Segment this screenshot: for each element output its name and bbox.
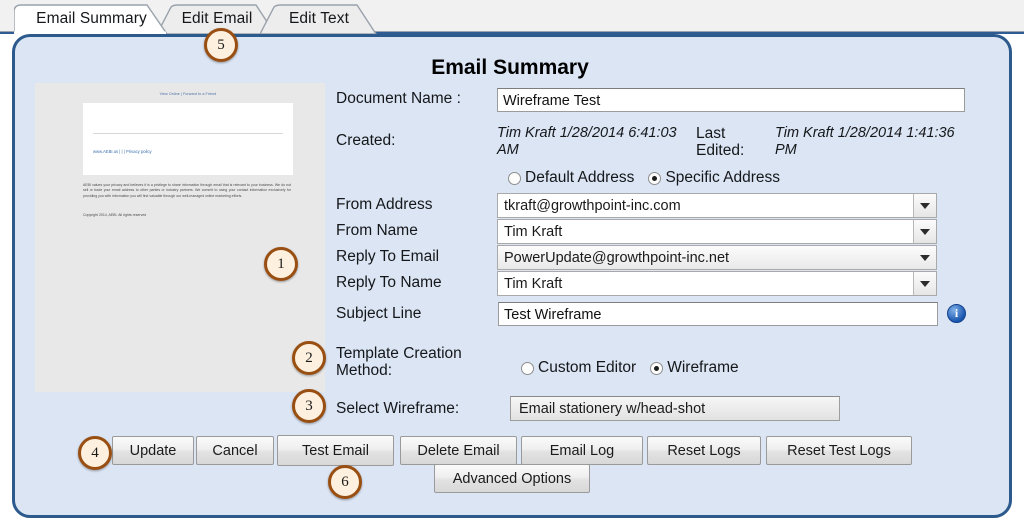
subject-line-input[interactable]: Test Wireframe [498,302,938,326]
reset-logs-button[interactable]: Reset Logs [647,436,761,465]
cancel-button[interactable]: Cancel [196,436,274,465]
test-email-button[interactable]: Test Email [277,435,394,466]
advanced-options-button[interactable]: Advanced Options [434,464,590,493]
preview-body-link: www.AEBI.us | | | Privacy policy [93,149,152,154]
chevron-down-icon[interactable] [913,220,936,243]
last-edited-label: Last Edited: [696,125,745,159]
reply-to-email-label: Reply To Email [336,248,440,265]
preview-top-link: View Online | Forward to a Friend [159,92,217,96]
callout-badge-3: 3 [292,389,326,423]
callout-badge-6: 6 [328,465,362,499]
reply-to-name-value: Tim Kraft [504,275,563,292]
radio-wireframe-label: Wireframe [667,359,739,376]
preview-copyright: Copyright 2014, AEBI. All rights reserve… [83,213,147,217]
chevron-down-icon[interactable] [913,194,936,217]
callout-badge-5: 5 [204,28,238,62]
subject-line-label: Subject Line [336,305,422,322]
from-address-value: tkraft@growthpoint-inc.com [504,197,681,214]
tab-edit-text[interactable]: Edit Text [260,4,378,34]
tab-label: Edit Email [181,9,253,27]
template-method-label-line1: Template Creation [336,345,462,362]
from-address-select[interactable]: tkraft@growthpoint-inc.com [497,193,937,218]
reply-to-name-select[interactable]: Tim Kraft [497,271,937,296]
document-name-input[interactable]: Wireframe Test [497,88,965,112]
page-title: Email Summary [431,56,589,79]
chevron-down-icon[interactable] [913,246,936,269]
radio-default-address-label: Default Address [525,169,635,186]
preview-divider [93,133,283,134]
last-edited-value: Tim Kraft 1/28/2014 1:41:36 PM [775,125,955,158]
app-root: Email Summary Edit Email Edit Text Email… [0,0,1024,531]
reset-test-logs-button[interactable]: Reset Test Logs [766,436,912,465]
from-name-select[interactable]: Tim Kraft [497,219,937,244]
tab-bar: Email Summary Edit Email Edit Text [0,0,1024,34]
created-value: Tim Kraft 1/28/2014 6:41:03 AM [497,125,677,158]
radio-specific-address-label: Specific Address [665,169,781,186]
info-icon[interactable]: i [947,304,966,323]
update-button[interactable]: Update [112,436,194,465]
created-label: Created: [336,132,396,149]
delete-email-button[interactable]: Delete Email [400,436,517,465]
document-name-label: Document Name : [336,90,461,107]
from-name-value: Tim Kraft [504,223,563,240]
tab-label: Edit Text [288,9,350,27]
reply-to-email-value: PowerUpdate@growthpoint-inc.net [504,249,730,266]
address-mode-radio-group: Default Address Specific Address [508,169,794,187]
callout-badge-2: 2 [292,341,326,375]
radio-specific-address[interactable] [648,171,662,185]
chevron-down-icon[interactable] [913,272,936,295]
from-address-label: From Address [336,196,433,213]
radio-wireframe[interactable] [650,361,664,375]
email-log-button[interactable]: Email Log [521,436,643,465]
template-method-radio-group: Custom Editor Wireframe [521,359,753,377]
preview-card: www.AEBI.us | | | Privacy policy [83,103,293,175]
template-method-label: Template Creation Method: [336,345,486,379]
callout-badge-4: 4 [78,436,112,470]
radio-default-address[interactable] [508,171,521,185]
preview-paragraph: AEBI values your privacy and believes it… [83,183,291,198]
from-name-label: From Name [336,222,418,239]
radio-custom-editor[interactable] [521,361,534,375]
select-wireframe-listbox[interactable]: Email stationery w/head-shot [510,396,840,421]
callout-badge-1: 1 [264,247,298,281]
reply-to-email-select[interactable]: PowerUpdate@growthpoint-inc.net [497,245,937,270]
select-wireframe-label: Select Wireframe: [336,400,460,417]
tab-label: Email Summary [36,9,147,27]
template-method-label-line2: Method: [336,362,393,379]
radio-custom-editor-label: Custom Editor [538,359,637,376]
reply-to-name-label: Reply To Name [336,274,442,291]
tab-email-summary[interactable]: Email Summary [14,4,169,34]
email-preview-thumbnail[interactable]: View Online | Forward to a Friend www.AE… [35,83,325,392]
